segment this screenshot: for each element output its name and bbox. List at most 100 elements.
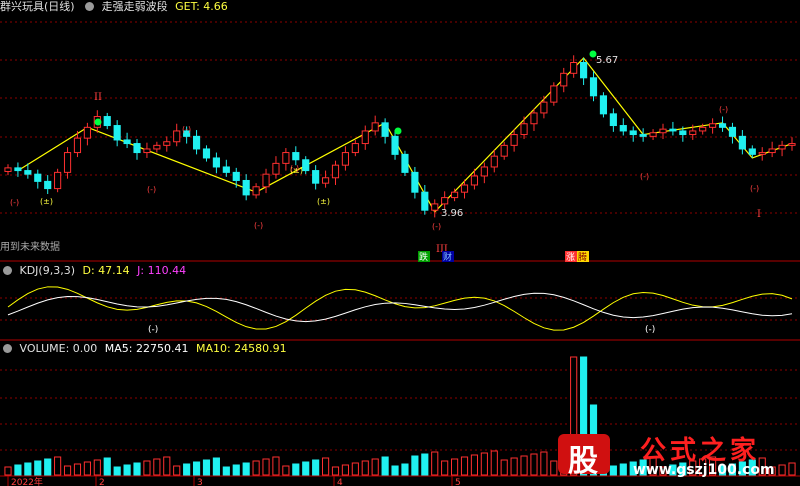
- candle-body: [669, 128, 677, 132]
- candle-body: [589, 77, 598, 97]
- roman-label-top: II: [94, 92, 102, 103]
- candle-body: [441, 197, 449, 205]
- kdj-cross-marker: (-): [148, 325, 158, 335]
- price-low-label: 3.96: [441, 208, 463, 219]
- volume-bar: [312, 459, 320, 476]
- volume-bar: [451, 458, 459, 476]
- candle-body: [272, 162, 280, 175]
- wave-zigzag-line: [17, 57, 793, 213]
- volume-bar: [232, 464, 240, 476]
- wave-label: (-): [750, 184, 759, 193]
- candle-body: [153, 144, 161, 150]
- volume-bar: [222, 466, 230, 476]
- x-tick-label: 3: [197, 478, 203, 486]
- candle-body: [540, 101, 548, 114]
- candle-body: [599, 95, 608, 115]
- candle-body: [699, 126, 707, 132]
- volume-bar: [550, 460, 558, 476]
- roman-label-bottom-right: I: [757, 209, 761, 220]
- volume-bar: [540, 451, 548, 476]
- volume-bar: [282, 465, 290, 476]
- candle-body: [232, 171, 240, 181]
- candle-body: [163, 141, 171, 146]
- volume-bar: [262, 458, 270, 476]
- candle-body: [490, 155, 498, 168]
- volume-bar: [44, 458, 52, 476]
- volume-bar: [212, 457, 220, 476]
- candle-body: [768, 148, 776, 154]
- candle-body: [361, 130, 369, 145]
- volume-bar: [470, 454, 479, 476]
- candle-body: [411, 171, 419, 193]
- candle-body: [609, 113, 617, 127]
- volume-bar: [123, 464, 131, 476]
- candle-body: [292, 152, 300, 161]
- volume-bar: [609, 465, 617, 476]
- volume-bar: [351, 462, 359, 476]
- candle-body: [510, 134, 518, 146]
- candle-body: [421, 191, 429, 211]
- candle-body: [262, 173, 270, 188]
- candle-body: [24, 170, 32, 175]
- candle-body: [123, 139, 131, 145]
- candle-body: [520, 123, 528, 136]
- wave-label: (-): [290, 164, 299, 173]
- volume-bar: [113, 466, 121, 476]
- x-tick-label: 2022年: [11, 476, 43, 486]
- wave-label: (-): [254, 221, 263, 230]
- volume-bar: [14, 464, 22, 476]
- volume-bar: [480, 452, 488, 476]
- candle-body: [63, 152, 72, 173]
- price-high-label: 5.67: [596, 55, 618, 66]
- x-tick-label: 2: [99, 478, 105, 486]
- candle-body: [550, 85, 558, 103]
- peak-marker-icon: [94, 118, 102, 126]
- volume-bar: [361, 460, 369, 476]
- volume-bar: [490, 450, 498, 476]
- candle-body: [401, 153, 409, 173]
- candle-body: [788, 143, 796, 146]
- volume-bar: [63, 465, 72, 476]
- candle-body: [381, 122, 389, 137]
- candle-body: [480, 166, 488, 177]
- volume-bar: [500, 459, 508, 476]
- candle-body: [738, 135, 746, 150]
- candle-body: [143, 148, 151, 154]
- candle-body: [173, 130, 181, 143]
- volume-bar: [183, 463, 191, 476]
- volume-bar: [272, 456, 280, 476]
- candle-body: [649, 132, 657, 137]
- peak-marker-icon: [589, 50, 597, 58]
- volume-bar: [530, 453, 538, 476]
- kdj-k-line: [7, 286, 793, 331]
- volume-bar: [371, 458, 379, 476]
- wave-label: (-): [640, 172, 649, 181]
- candle-body: [73, 137, 82, 154]
- wave-label: (-): [10, 198, 19, 207]
- candle-body: [570, 62, 578, 74]
- candle-body: [44, 180, 52, 190]
- x-tick-label: 5: [455, 478, 461, 486]
- volume-bar: [411, 455, 419, 476]
- watermark-logo-char: 股: [568, 444, 598, 479]
- wave-label: (-): [719, 105, 728, 114]
- candle-body: [460, 184, 469, 193]
- candle-body: [331, 164, 340, 179]
- candle-body: [83, 126, 91, 139]
- candle-body: [192, 135, 201, 150]
- candle-body: [242, 179, 250, 196]
- volume-bar: [619, 463, 627, 476]
- volume-bar: [252, 460, 260, 476]
- volume-bar: [192, 461, 201, 476]
- candle-body: [748, 148, 756, 155]
- candle-body: [54, 171, 62, 190]
- volume-bar: [460, 456, 469, 476]
- candle-body: [133, 143, 141, 154]
- candle-body: [14, 167, 22, 172]
- candle-body: [4, 167, 12, 172]
- candle-body: [282, 152, 290, 164]
- candle-body: [202, 148, 211, 159]
- candle-body: [371, 122, 379, 132]
- candle-body: [629, 130, 637, 136]
- kdj-cross-marker: (-): [645, 325, 655, 335]
